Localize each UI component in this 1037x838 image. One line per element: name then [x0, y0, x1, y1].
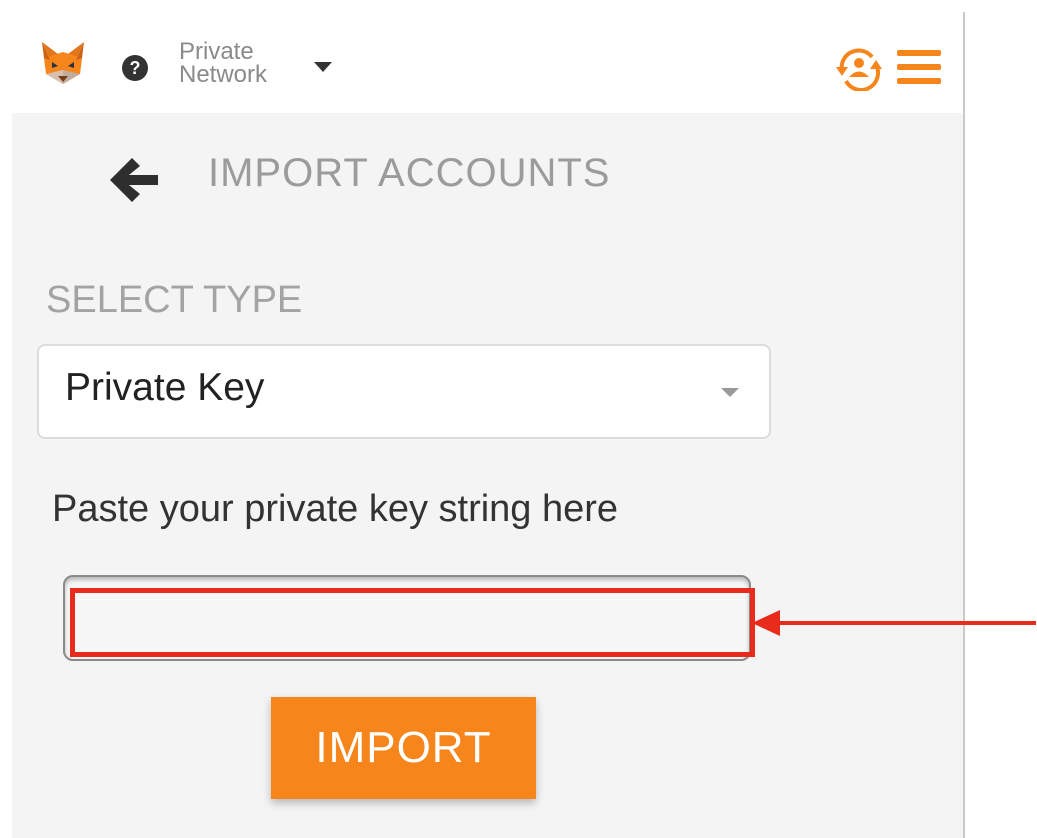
selected-type-value: Private Key — [65, 366, 265, 409]
caret-down-icon — [314, 62, 332, 72]
page-title: IMPORT ACCOUNTS — [208, 151, 611, 195]
import-account-panel: IMPORT ACCOUNTS SELECT TYPE Private Key … — [12, 113, 963, 838]
annotation-arrow-icon — [752, 610, 1036, 636]
network-name-line1: Private — [179, 38, 254, 65]
extension-popup: ? Private Network IMPORT ACCOUNTS SELECT… — [0, 0, 965, 838]
arrow-left-icon[interactable] — [110, 158, 160, 202]
hamburger-menu-icon[interactable] — [897, 50, 941, 84]
screenshot: ? Private Network IMPORT ACCOUNTS SELECT… — [0, 0, 1037, 838]
app-bar: ? Private Network — [0, 0, 963, 113]
metamask-fox-icon[interactable] — [38, 40, 88, 88]
panel-divider — [963, 12, 965, 838]
question-circle-icon[interactable]: ? — [122, 55, 148, 81]
private-key-label: Paste your private key string here — [52, 488, 619, 530]
select-type-label: SELECT TYPE — [46, 279, 303, 321]
private-key-input[interactable] — [63, 575, 751, 661]
import-button[interactable]: IMPORT — [271, 697, 536, 799]
network-name-line2: Network — [179, 61, 268, 88]
import-type-select[interactable]: Private Key — [37, 344, 771, 439]
network-selector[interactable]: Private Network — [179, 38, 332, 92]
chevron-down-icon — [721, 388, 739, 397]
account-switch-icon[interactable] — [832, 45, 886, 91]
